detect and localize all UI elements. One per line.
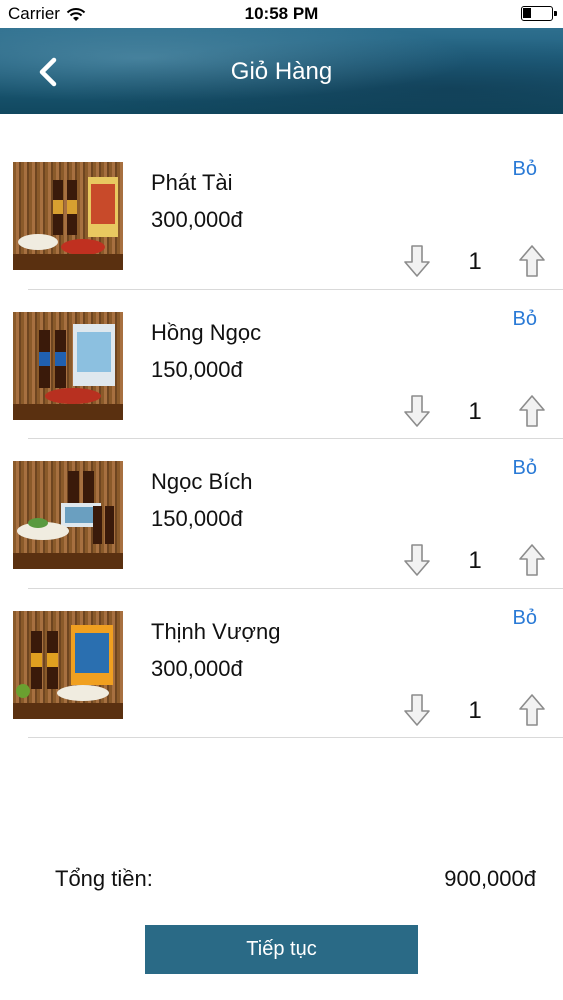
arrow-down-icon (403, 394, 431, 432)
decrease-quantity-button[interactable] (403, 693, 431, 727)
product-price: 300,000đ (151, 655, 243, 681)
cart-item: Hồng Ngọc 150,000đ Bỏ 1 (0, 290, 563, 439)
increase-quantity-button[interactable] (518, 543, 546, 577)
quantity-value: 1 (468, 397, 482, 425)
decrease-quantity-button[interactable] (403, 394, 431, 428)
divider (28, 737, 563, 738)
quantity-value: 1 (468, 696, 482, 724)
arrow-up-icon (518, 693, 546, 731)
status-bar: Carrier 10:58 PM (0, 0, 563, 28)
continue-button[interactable]: Tiếp tục (145, 925, 418, 974)
arrow-down-icon (403, 693, 431, 731)
quantity-value: 1 (468, 547, 482, 574)
product-name: Phát Tài (151, 170, 233, 195)
remove-item-link[interactable]: Bỏ (513, 158, 537, 181)
status-time: 10:58 PM (244, 4, 319, 23)
arrow-up-icon (518, 245, 546, 282)
increase-quantity-button[interactable] (518, 244, 546, 278)
product-name: Hồng Ngọc (151, 319, 262, 345)
cart-item: Phát Tài 300,000đ Bỏ 1 (0, 140, 563, 290)
arrow-up-icon (518, 394, 546, 432)
arrow-up-icon (518, 544, 546, 581)
quantity-value: 1 (468, 248, 482, 275)
product-price: 150,000đ (151, 356, 243, 382)
product-name: Ngọc Bích (151, 469, 253, 494)
remove-item-link[interactable]: Bỏ (513, 308, 537, 331)
product-image (13, 311, 123, 420)
product-price: 300,000đ (151, 207, 243, 232)
product-image (13, 610, 123, 719)
cart-item: Ngọc Bích 150,000đ Bỏ 1 (0, 439, 563, 589)
nav-bar: Giỏ Hàng (0, 28, 563, 114)
total-value: 900,000đ (444, 866, 536, 891)
product-image (13, 162, 123, 270)
cart-item: Thịnh Vượng 300,000đ Bỏ 1 (0, 589, 563, 738)
product-price: 150,000đ (151, 506, 243, 531)
cart-list: Phát Tài 300,000đ Bỏ 1 Hồng Ngọc 150,000đ Bỏ 1 N… (0, 140, 563, 738)
total-label: Tổng tiền: (55, 866, 153, 891)
arrow-down-icon (403, 544, 431, 581)
arrow-down-icon (403, 245, 431, 282)
increase-quantity-button[interactable] (518, 394, 546, 428)
page-title: Giỏ Hàng (230, 58, 333, 85)
remove-item-link[interactable]: Bỏ (513, 607, 537, 630)
product-name: Thịnh Vượng (151, 618, 281, 644)
increase-quantity-button[interactable] (518, 693, 546, 727)
product-image (13, 461, 123, 569)
decrease-quantity-button[interactable] (403, 543, 431, 577)
decrease-quantity-button[interactable] (403, 244, 431, 278)
remove-item-link[interactable]: Bỏ (513, 457, 537, 480)
battery-icon (521, 6, 557, 21)
